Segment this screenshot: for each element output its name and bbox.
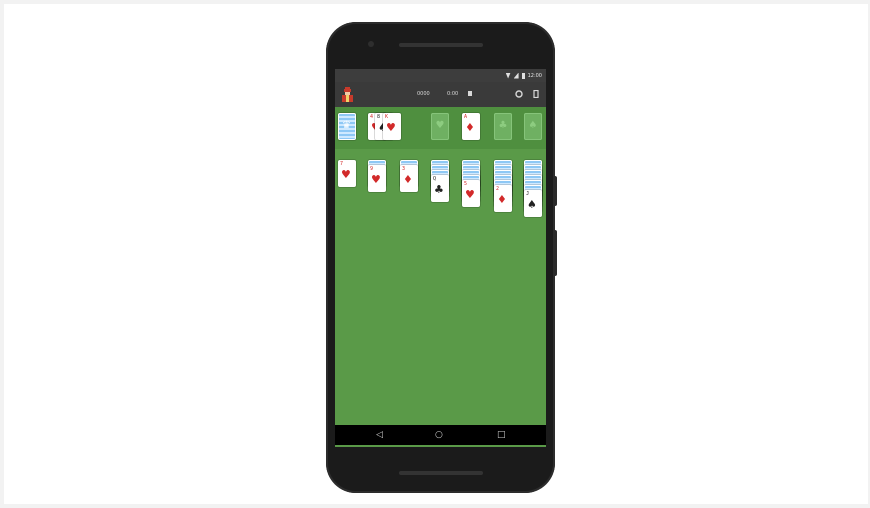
heart-suit-icon: ♥ — [435, 120, 445, 131]
card-rank: 8 — [377, 114, 381, 120]
bottom-speaker — [399, 471, 483, 475]
card-suit: ♣ — [434, 183, 444, 196]
card-suit: ♦ — [497, 193, 507, 206]
wifi-icon — [505, 72, 511, 79]
tableau-top-card[interactable]: 3 ♦ — [400, 165, 418, 192]
score-label: 0000 — [417, 91, 430, 97]
menu-icon[interactable] — [532, 90, 540, 98]
spade-suit-icon: ♠ — [528, 120, 538, 131]
phone-frame: 12:00 0000 0:00 ♛ 4 8 K ♥ ♥ A ♦ ♣ ♠ 7 ♥ … — [326, 22, 555, 493]
foundation-row: ♛ 4 ♥ 8 ♠ K ♥ ♥ A ♦ ♣ — [335, 107, 546, 149]
power-button — [553, 230, 557, 276]
card-rank: 3 — [402, 166, 406, 172]
tableau-top-card[interactable]: Q ♣ — [431, 175, 449, 202]
tableau-top-card[interactable]: 9 ♥ — [368, 165, 386, 192]
waste-top-card[interactable]: K ♥ — [383, 113, 401, 140]
timer-label: 0:00 — [447, 91, 459, 97]
battery-icon — [521, 72, 525, 79]
android-nav-bar: ◁ ○ □ — [335, 425, 546, 445]
foundation-slot-4[interactable]: ♠ — [524, 113, 542, 140]
card-suit: ♦ — [465, 121, 475, 134]
game-screen: 12:00 0000 0:00 ♛ 4 8 K ♥ ♥ A ♦ ♣ ♠ 7 ♥ … — [335, 69, 546, 447]
foundation-slot-3[interactable]: ♣ — [494, 113, 512, 140]
recents-icon[interactable]: □ — [497, 430, 506, 440]
card-rank: J — [526, 191, 530, 197]
card-rank: 2 — [496, 186, 500, 192]
card-suit: ♥ — [386, 121, 396, 134]
card-rank: Q — [433, 176, 437, 182]
stock-emblem: ♛ — [342, 120, 351, 131]
foundation-slot-2[interactable]: A ♦ — [462, 113, 480, 140]
tableau-top-card[interactable]: 2 ♦ — [494, 185, 512, 212]
home-icon[interactable]: ○ — [435, 430, 443, 440]
card-rank: 9 — [370, 166, 374, 172]
tableau-top-card[interactable]: J ♠ — [524, 190, 542, 217]
front-camera — [368, 41, 374, 47]
status-bar: 12:00 — [335, 69, 546, 82]
tableau-top-card[interactable]: 7 ♥ — [338, 160, 356, 187]
stock-pile[interactable]: ♛ — [338, 113, 356, 140]
status-time: 12:00 — [527, 72, 542, 79]
play-state-icon — [468, 91, 472, 96]
card-rank: 4 — [370, 114, 374, 120]
card-suit: ♥ — [465, 188, 475, 201]
settings-icon[interactable] — [515, 90, 523, 98]
tableau-top-card[interactable]: 5 ♥ — [462, 180, 480, 207]
card-rank: 5 — [464, 181, 468, 187]
card-rank: A — [464, 114, 468, 120]
card-suit: ♥ — [371, 173, 381, 186]
card-suit: ♠ — [527, 198, 537, 211]
king-avatar-icon[interactable] — [341, 87, 354, 103]
back-icon[interactable]: ◁ — [376, 430, 383, 440]
earpiece-speaker — [399, 43, 483, 47]
card-rank: 7 — [340, 161, 344, 167]
card-suit: ♥ — [341, 168, 351, 181]
card-rank: K — [385, 114, 389, 120]
signal-icon — [513, 72, 519, 79]
club-suit-icon: ♣ — [498, 120, 508, 131]
game-toolbar: 0000 0:00 — [335, 82, 546, 107]
card-suit: ♦ — [403, 173, 413, 186]
foundation-slot-1[interactable]: ♥ — [431, 113, 449, 140]
volume-button — [553, 176, 557, 206]
